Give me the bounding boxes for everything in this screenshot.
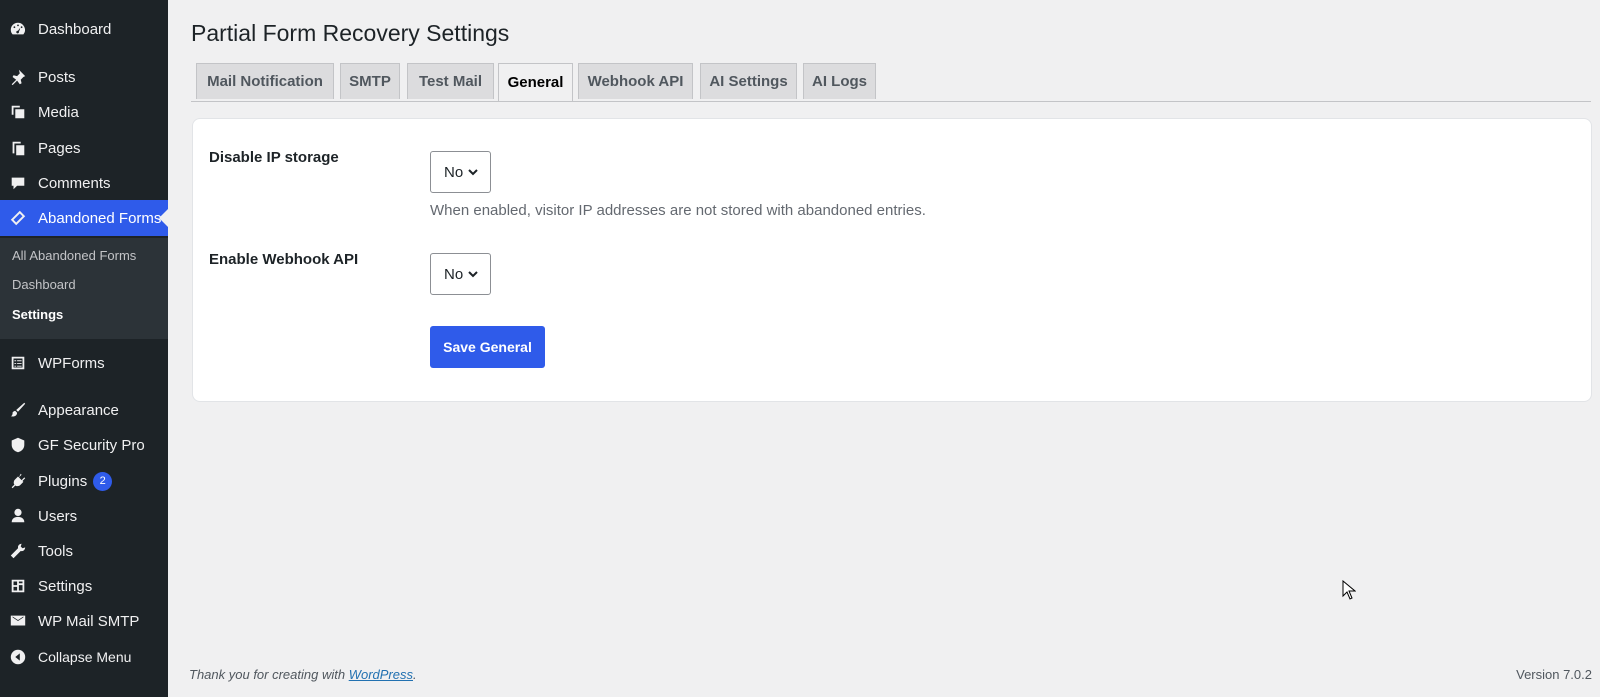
tab-webhook-api[interactable]: Webhook API	[578, 63, 693, 99]
settings-icon	[8, 576, 28, 596]
sidebar-item-tools[interactable]: Tools	[0, 533, 168, 569]
disable-ip-value: No	[444, 163, 464, 181]
plugin-icon	[8, 471, 28, 491]
settings-tabs: Mail Notification SMTP Test Mail General…	[191, 63, 1591, 102]
sidebar-item-dashboard[interactable]: Dashboard	[0, 11, 168, 47]
collapse-icon	[8, 647, 28, 667]
sidebar-item-users[interactable]: Users	[0, 498, 168, 534]
sidebar-item-gf-security-pro[interactable]: GF Security Pro	[0, 427, 168, 463]
tab-ai-logs[interactable]: AI Logs	[803, 63, 876, 99]
media-icon	[8, 102, 28, 122]
submenu-settings[interactable]: Settings	[12, 307, 63, 322]
sidebar-item-wpforms[interactable]: WPForms	[0, 345, 168, 381]
wrench-icon	[8, 541, 28, 561]
sidebar-item-pages[interactable]: Pages	[0, 130, 168, 166]
abandoned-forms-submenu: All Abandoned Forms Dashboard Settings	[0, 238, 168, 339]
sidebar-item-plugins[interactable]: Plugins 2	[0, 463, 168, 499]
sidebar-item-collapse-menu[interactable]: Collapse Menu	[0, 639, 168, 675]
sidebar-item-media[interactable]: Media	[0, 94, 168, 130]
comment-icon	[8, 173, 28, 193]
mail-icon	[8, 611, 28, 631]
shield-icon	[8, 435, 28, 455]
submenu-dashboard[interactable]: Dashboard	[12, 277, 76, 292]
submenu-all-abandoned-forms[interactable]: All Abandoned Forms	[12, 248, 136, 263]
page-title: Partial Form Recovery Settings	[191, 20, 510, 46]
pages-icon	[8, 138, 28, 158]
dashboard-icon	[8, 19, 28, 39]
sidebar-item-posts[interactable]: Posts	[0, 59, 168, 95]
sidebar-item-settings[interactable]: Settings	[0, 568, 168, 604]
footer-version: Version 7.0.2	[1516, 667, 1592, 682]
sidebar-item-appearance[interactable]: Appearance	[0, 392, 168, 428]
sidebar-item-abandoned-forms[interactable]: Abandoned Forms	[0, 200, 168, 236]
tab-test-mail[interactable]: Test Mail	[407, 63, 494, 99]
tab-mail-notification[interactable]: Mail Notification	[196, 63, 334, 99]
disable-ip-description: When enabled, visitor IP addresses are n…	[430, 202, 926, 219]
sidebar-item-wp-mail-smtp[interactable]: WP Mail SMTP	[0, 603, 168, 639]
form-icon	[8, 208, 28, 228]
user-icon	[8, 506, 28, 526]
tab-general[interactable]: General	[498, 63, 573, 101]
chevron-down-icon	[468, 271, 478, 278]
plugins-update-badge: 2	[93, 471, 113, 491]
mouse-cursor-icon	[1342, 580, 1356, 600]
disable-ip-label: Disable IP storage	[209, 149, 339, 166]
enable-webhook-value: No	[444, 265, 464, 283]
chevron-down-icon	[468, 169, 478, 176]
brush-icon	[8, 400, 28, 420]
enable-webhook-label: Enable Webhook API	[209, 251, 359, 268]
disable-ip-select[interactable]: No	[430, 151, 491, 193]
tab-ai-settings[interactable]: AI Settings	[700, 63, 797, 99]
wpforms-icon	[8, 353, 28, 373]
sidebar-item-comments[interactable]: Comments	[0, 165, 168, 201]
general-settings-card: Disable IP storage No When enabled, visi…	[192, 118, 1592, 402]
admin-sidebar: Dashboard Posts Media Pages Comments Aba…	[0, 0, 168, 697]
pin-icon	[8, 67, 28, 87]
footer-credit: Thank you for creating with WordPress.	[189, 667, 417, 682]
wordpress-link[interactable]: WordPress	[349, 667, 413, 682]
tab-smtp[interactable]: SMTP	[340, 63, 400, 99]
enable-webhook-select[interactable]: No	[430, 253, 491, 295]
save-general-button[interactable]: Save General	[430, 326, 545, 368]
